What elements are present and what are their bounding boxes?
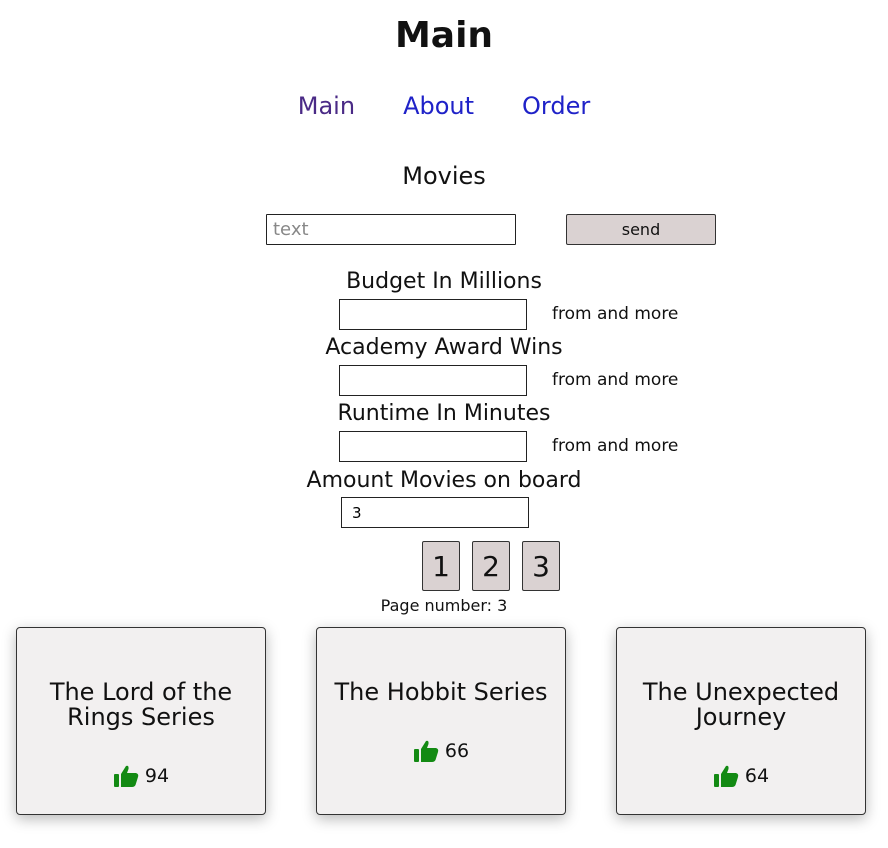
amount-input[interactable] [341, 497, 529, 528]
academy-awards-label: Academy Award Wins [325, 335, 563, 360]
movie-card[interactable]: The Hobbit Series 66 [316, 627, 566, 815]
runtime-label: Runtime In Minutes [337, 401, 551, 426]
nav-link-main[interactable]: Main [298, 92, 355, 120]
page-button-1[interactable]: 1 [422, 541, 460, 591]
section-title: Movies [402, 162, 486, 190]
thumbs-up-icon[interactable] [113, 764, 139, 788]
page: Main Main About Order Movies send Budget… [0, 0, 888, 848]
budget-hint: from and more [552, 304, 679, 324]
runtime-input[interactable] [339, 431, 527, 462]
page-button-3[interactable]: 3 [522, 541, 560, 591]
movie-title: The Lord of the Rings Series [49, 678, 233, 731]
page-title: Main [394, 15, 494, 56]
movie-title: The Unexpected Journey [642, 678, 840, 731]
nav-link-order[interactable]: Order [522, 92, 590, 120]
academy-awards-input[interactable] [339, 365, 527, 396]
like-count-row: 94 [17, 764, 265, 788]
page-number-label: Page number: 3 [380, 596, 508, 615]
thumbs-up-icon[interactable] [713, 764, 739, 788]
movie-card[interactable]: The Lord of the Rings Series 94 [16, 627, 266, 815]
search-input[interactable] [266, 214, 516, 245]
like-count: 94 [144, 765, 170, 787]
amount-label: Amount Movies on board [306, 468, 582, 493]
thumbs-up-icon[interactable] [413, 739, 439, 763]
send-button[interactable]: send [566, 214, 716, 245]
academy-awards-hint: from and more [552, 370, 679, 390]
like-count: 64 [744, 765, 770, 787]
like-count-row: 64 [617, 764, 865, 788]
runtime-hint: from and more [552, 436, 679, 456]
movie-card[interactable]: The Unexpected Journey 64 [616, 627, 866, 815]
nav-link-about[interactable]: About [403, 92, 474, 120]
like-count-row: 66 [317, 739, 565, 763]
main-nav: Main About Order [0, 92, 888, 120]
budget-label: Budget In Millions [346, 269, 542, 294]
like-count: 66 [444, 740, 470, 762]
budget-input[interactable] [339, 299, 527, 330]
page-button-2[interactable]: 2 [472, 541, 510, 591]
movie-title: The Hobbit Series [334, 678, 548, 706]
